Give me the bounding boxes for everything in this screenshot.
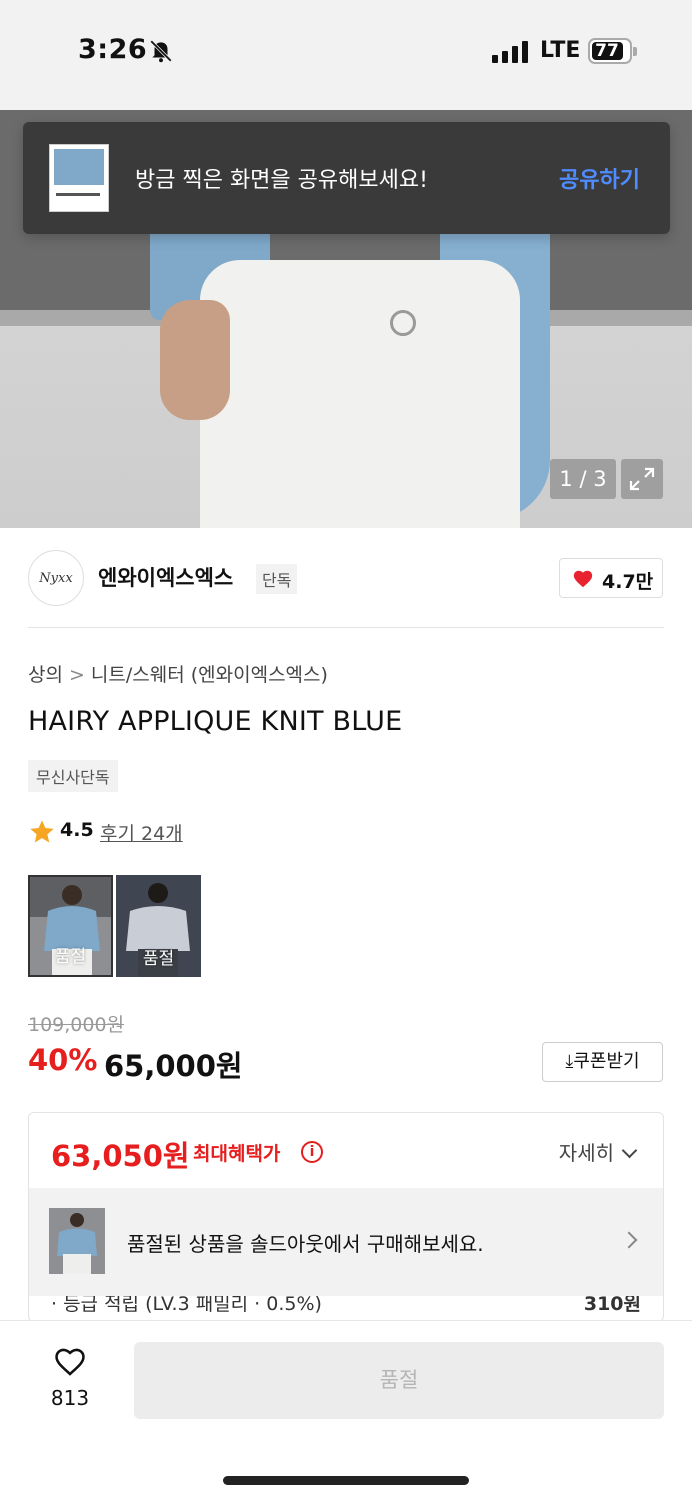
share-toast-message: 방금 찍은 화면을 공유해보세요! xyxy=(135,168,428,193)
brand-like-count: 4.7만 xyxy=(602,571,654,593)
benefit-detail-label: 자세히 xyxy=(558,1141,614,1165)
star-icon xyxy=(30,820,54,843)
sale-price: 65,000원 xyxy=(104,1049,243,1083)
color-option-blue[interactable]: 품절 xyxy=(28,875,113,977)
chevron-down-icon xyxy=(621,1142,638,1159)
breadcrumb-category[interactable]: 상의 xyxy=(28,664,63,686)
screenshot-thumbnail[interactable] xyxy=(49,144,109,212)
coupon-button[interactable]: ⤓쿠폰받기 xyxy=(542,1042,663,1082)
expand-image-button[interactable] xyxy=(621,459,663,499)
chevron-right-icon: > xyxy=(68,664,85,686)
signal-icon xyxy=(492,41,528,63)
home-indicator xyxy=(223,1476,469,1485)
brand-name[interactable]: 엔와이엑스엑스 xyxy=(98,562,233,592)
brand-logo[interactable]: Nyxx xyxy=(28,550,84,606)
discount-rate: 40% xyxy=(28,1043,98,1077)
image-pager: 1 / 3 xyxy=(550,459,616,499)
brand-exclusive-badge: 단독 xyxy=(256,564,298,594)
product-title: HAIRY APPLIQUE KNIT BLUE xyxy=(28,706,403,737)
divider xyxy=(28,627,664,628)
max-benefit-label: 최대혜택가 xyxy=(193,1143,281,1165)
info-icon[interactable]: i xyxy=(301,1141,323,1163)
benefit-detail-toggle[interactable]: 자세히 xyxy=(558,1137,638,1166)
max-benefit-price: 63,050원 xyxy=(51,1139,190,1173)
buy-button[interactable]: 품절 xyxy=(134,1342,664,1419)
bell-muted-icon xyxy=(150,40,172,63)
status-time: 3:26 xyxy=(78,34,148,65)
rating-score: 4.5 xyxy=(60,819,94,841)
heart-outline-icon[interactable] xyxy=(52,1345,88,1379)
battery-level: 77 xyxy=(595,41,619,61)
color-option-grey[interactable]: 품절 xyxy=(116,875,201,977)
status-bar: 3:26 LTE 77 xyxy=(0,0,692,110)
share-button[interactable]: 공유하기 xyxy=(559,162,640,194)
chevron-right-icon xyxy=(620,1231,638,1249)
original-price: 109,000원 xyxy=(28,1014,125,1036)
reviews-link[interactable]: 후기 24개 xyxy=(100,819,183,846)
breadcrumb-subcategory[interactable]: 니트/스웨터 (엔와이엑스엑스) xyxy=(91,664,328,686)
share-toast: 방금 찍은 화면을 공유해보세요! 공유하기 xyxy=(23,122,670,234)
soldout-banner-text: 품절된 상품을 솔드아웃에서 구매해보세요. xyxy=(127,1232,484,1256)
soldout-banner[interactable]: 품절된 상품을 솔드아웃에서 구매해보세요. xyxy=(29,1188,663,1296)
coupon-button-label: 쿠폰받기 xyxy=(573,1051,640,1072)
wish-count: 813 xyxy=(50,1386,90,1410)
exclusive-badge: 무신사단독 xyxy=(28,760,118,792)
option-soldout-label: 품절 xyxy=(142,949,175,969)
network-label: LTE xyxy=(540,38,581,63)
soldout-thumbnail xyxy=(49,1208,105,1274)
heart-filled-icon xyxy=(573,570,593,588)
breadcrumb: 상의 > 니트/스웨터 (엔와이엑스엑스) xyxy=(28,660,328,687)
points-label: · 등급 적립 (LV.3 패밀리 · 0.5%) xyxy=(51,1293,322,1315)
brand-like-button[interactable]: 4.7만 xyxy=(559,558,663,598)
expand-icon xyxy=(629,467,655,491)
option-soldout-label: 품절 xyxy=(54,947,87,967)
battery-icon: 77 xyxy=(588,38,637,64)
benefit-card: 63,050원 최대혜택가 i 자세히 · 등급 적립 (LV.3 패밀리 · … xyxy=(28,1112,664,1322)
